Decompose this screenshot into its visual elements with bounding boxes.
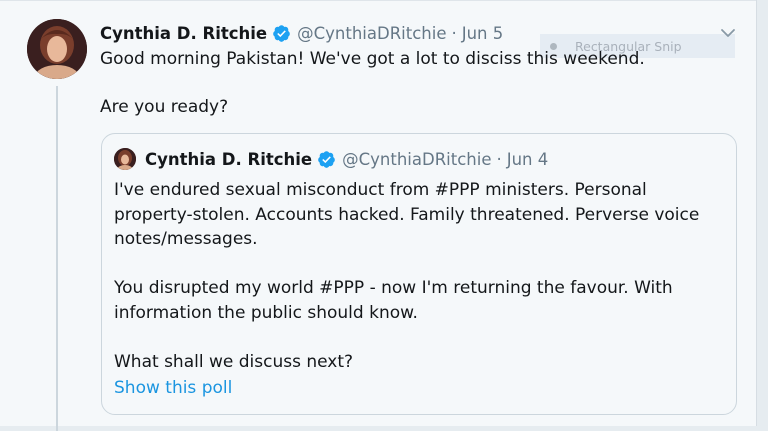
tweet-date[interactable]: Jun 5 <box>462 24 504 43</box>
separator-dot: · <box>451 23 457 43</box>
author-handle[interactable]: @CynthiaDRitchie <box>297 24 446 43</box>
tweet-header: Cynthia D. Ritchie @CynthiaDRitchie · Ju… <box>100 20 503 46</box>
tweet-card[interactable]: Cynthia D. Ritchie @CynthiaDRitchie · Ju… <box>0 0 757 431</box>
divider <box>0 0 756 1</box>
tweet-text: Good morning Pakistan! We've got a lot t… <box>100 49 645 117</box>
avatar[interactable] <box>27 19 87 79</box>
separator-dot: · <box>496 149 502 169</box>
chevron-down-icon[interactable] <box>719 24 737 42</box>
thread-line <box>56 86 58 431</box>
avatar-image <box>27 19 87 79</box>
author-name[interactable]: Cynthia D. Ritchie <box>100 24 267 43</box>
quoted-tweet-date: Jun 4 <box>506 149 549 169</box>
verified-badge-icon <box>317 150 336 169</box>
quoted-author-handle: @CynthiaDRitchie <box>342 149 492 169</box>
quoted-author-name: Cynthia D. Ritchie <box>145 149 313 169</box>
quoted-tweet[interactable]: Cynthia D. Ritchie @CynthiaDRitchie · Ju… <box>101 133 737 415</box>
show-poll-link[interactable]: Show this poll <box>114 378 232 398</box>
quoted-tweet-text: I've endured sexual misconduct from #PPP… <box>114 180 700 372</box>
quoted-avatar <box>114 148 136 170</box>
verified-badge-icon <box>272 24 291 43</box>
quoted-tweet-header: Cynthia D. Ritchie @CynthiaDRitchie · Ju… <box>114 146 548 172</box>
